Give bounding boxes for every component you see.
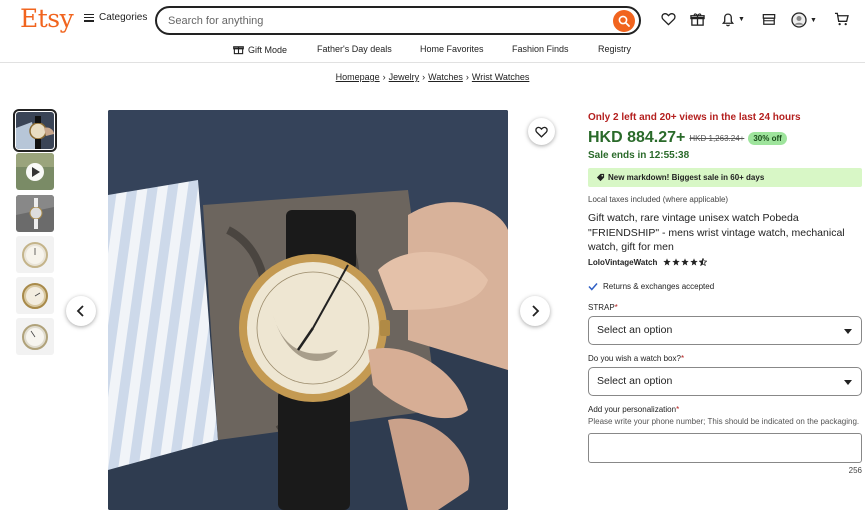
returns-text: Returns & exchanges accepted — [603, 281, 715, 291]
search-input[interactable]: Search for anything — [168, 15, 263, 27]
favorites-button[interactable] — [661, 12, 676, 26]
nav-gift-mode[interactable]: Gift Mode — [233, 44, 287, 55]
personalization-help: Please write your phone number; This sho… — [588, 416, 860, 426]
urgency-message: Only 2 left and 20+ views in the last 24… — [588, 112, 801, 123]
heart-icon — [661, 13, 676, 26]
star-icon — [681, 258, 690, 266]
taxes-note: Local taxes included (where applicable) — [588, 195, 729, 204]
character-counter: 256 — [848, 465, 862, 475]
categories-button[interactable]: Categories — [84, 12, 147, 23]
chevron-right-icon — [532, 305, 540, 317]
shop-name-link[interactable]: LoloVintageWatch — [588, 258, 657, 267]
breadcrumb: Homepage › Jewelry › Watches › Wrist Watches — [335, 72, 530, 82]
thumbnail-4[interactable] — [16, 236, 54, 273]
thumbnail-3[interactable] — [16, 195, 54, 232]
star-icon — [672, 258, 681, 266]
avatar-icon — [791, 12, 807, 28]
breadcrumb-jewelry[interactable]: Jewelry — [389, 72, 420, 82]
star-icon — [663, 258, 672, 266]
cart-button[interactable] — [834, 12, 849, 26]
personalization-textarea[interactable] — [588, 432, 862, 463]
nav-registry[interactable]: Registry — [598, 44, 631, 54]
hamburger-icon — [84, 13, 94, 22]
nav-home-favorites[interactable]: Home Favorites — [420, 44, 484, 54]
markdown-text: New markdown! Biggest sale in 60+ days — [608, 173, 765, 182]
price-row: HKD 884.27+ HKD 1,263.24+ 30% off — [588, 129, 862, 147]
sale-countdown: Sale ends in 12:55:38 — [588, 150, 690, 161]
shop-icon — [762, 14, 776, 25]
thumbnail-6[interactable] — [16, 318, 54, 355]
listing-details: Only 2 left and 20+ views in the last 24… — [588, 112, 862, 475]
search-bar[interactable]: Search for anything — [155, 6, 641, 35]
bell-icon — [722, 13, 734, 27]
previous-image-button[interactable] — [66, 296, 96, 326]
strap-select[interactable]: Select an option — [588, 315, 862, 345]
favorite-item-button[interactable] — [528, 118, 555, 145]
tag-icon — [596, 173, 605, 182]
search-button[interactable] — [613, 10, 635, 32]
star-icon — [690, 258, 699, 266]
thumbnail-video[interactable] — [16, 153, 54, 190]
categories-label: Categories — [99, 12, 148, 23]
heart-icon — [535, 126, 548, 138]
breadcrumb-wrist-watches[interactable]: Wrist Watches — [472, 72, 530, 82]
gift-icon — [233, 46, 244, 55]
strap-select-value: Select an option — [597, 324, 673, 336]
account-button[interactable]: ▼ — [791, 12, 817, 28]
header-divider — [0, 62, 865, 63]
dropdown-arrow-icon — [844, 328, 852, 334]
watch-box-select[interactable]: Select an option — [588, 366, 862, 396]
half-star-icon — [699, 258, 708, 266]
thumbnail-1[interactable] — [13, 109, 57, 152]
watch-box-label: Do you wish a watch box? — [588, 353, 681, 363]
markdown-banner: New markdown! Biggest sale in 60+ days — [588, 168, 862, 187]
breadcrumb-homepage[interactable]: Homepage — [336, 72, 380, 82]
watch-box-select-value: Select an option — [597, 375, 673, 387]
nav-fashion-finds[interactable]: Fashion Finds — [512, 44, 569, 54]
current-price: HKD 884.27+ — [588, 129, 686, 146]
shop-info: LoloVintageWatch — [588, 258, 862, 267]
etsy-logo[interactable]: Etsy — [20, 4, 74, 33]
check-icon — [588, 282, 598, 291]
dropdown-arrow-icon — [844, 379, 852, 385]
next-image-button[interactable] — [520, 296, 550, 326]
search-icon — [618, 15, 630, 27]
strap-label: STRAP — [588, 302, 615, 312]
main-product-image — [108, 110, 508, 510]
strap-option: STRAP* Select an option — [588, 303, 862, 345]
returns-info: Returns & exchanges accepted — [588, 282, 862, 291]
cart-icon — [834, 12, 849, 26]
nav-label: Gift Mode — [248, 44, 288, 55]
product-title: Gift watch, rare vintage unisex watch Po… — [588, 212, 845, 253]
chevron-down-icon: ▼ — [738, 16, 745, 23]
personalization-label: Add your personalization — [588, 404, 677, 414]
notifications-button[interactable]: ▼ — [721, 12, 745, 27]
thumbnail-5[interactable] — [16, 277, 54, 314]
watch-box-option: Do you wish a watch box?* Select an opti… — [588, 354, 862, 396]
discount-badge: 30% off — [748, 131, 787, 145]
original-price: HKD 1,263.24+ — [689, 133, 745, 143]
shop-manager-button[interactable] — [762, 12, 776, 26]
gift-icon — [690, 13, 705, 26]
nav-fathers-day[interactable]: Father's Day deals — [317, 44, 392, 54]
shop-rating[interactable] — [663, 258, 708, 266]
chevron-left-icon — [76, 305, 84, 317]
gift-button[interactable] — [690, 12, 705, 27]
category-nav: Gift Mode Father's Day deals Home Favori… — [0, 40, 865, 59]
chevron-down-icon: ▼ — [810, 16, 817, 24]
personalization-option: Add your personalization* Please write y… — [588, 404, 862, 475]
breadcrumb-watches[interactable]: Watches — [428, 72, 463, 82]
